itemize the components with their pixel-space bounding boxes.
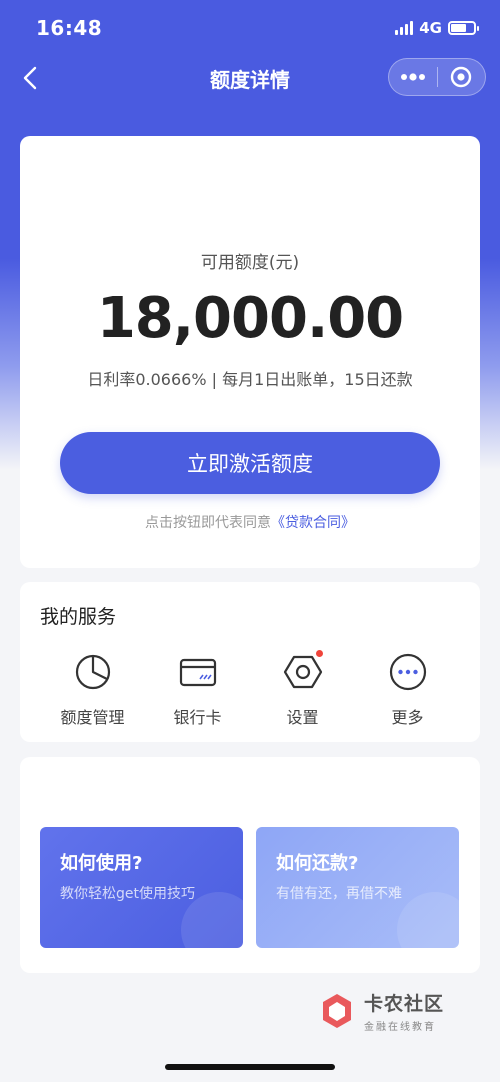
available-quota-amount: 18,000.00 [96, 286, 404, 351]
service-more[interactable]: 更多 [355, 652, 460, 728]
service-label: 额度管理 [60, 708, 125, 727]
guide-subtitle: 教你轻松get使用技巧 [60, 886, 195, 902]
more-dots-icon [400, 73, 425, 81]
loan-contract-link[interactable]: 《贷款合同》 [271, 515, 355, 531]
service-label: 银行卡 [173, 708, 222, 727]
watermark-logo-icon [323, 994, 351, 1028]
mini-program-capsule [388, 58, 486, 96]
service-quota-management[interactable]: 额度管理 [40, 652, 145, 728]
more-circle-icon [388, 652, 428, 692]
notification-dot [315, 650, 323, 657]
status-time: 16:48 [36, 16, 103, 40]
guide-subtitle: 有借有还，再借不难 [276, 886, 402, 902]
capsule-close-button[interactable] [438, 59, 486, 95]
quota-card: 可用额度(元) 18,000.00 日利率0.0666% | 每月1日出账单，1… [20, 136, 480, 568]
capsule-more-button[interactable] [389, 59, 437, 95]
guide-how-to-repay[interactable]: 如何还款? 有借有还，再借不难 [256, 827, 459, 948]
guides-card: 如何使用? 教你轻松get使用技巧 如何还款? 有借有还，再借不难 [20, 757, 480, 973]
navigation-bar: 额度详情 [0, 56, 500, 100]
service-bank-card[interactable]: 银行卡 [145, 652, 250, 728]
guide-title: 如何还款? [276, 853, 359, 874]
battery-icon [448, 21, 479, 35]
service-settings[interactable]: 设置 [250, 650, 355, 728]
watermark: 卡农社区 金融在线教育 [318, 990, 488, 1033]
service-label: 更多 [391, 708, 424, 727]
card-icon [397, 892, 459, 948]
quota-terms: 日利率0.0666% | 每月1日出账单，15日还款 [87, 370, 413, 389]
status-indicators: 4G [395, 18, 479, 38]
watermark-subtitle: 金融在线教育 [364, 1022, 436, 1033]
guide-title: 如何使用? [60, 853, 143, 874]
signal-icon [395, 21, 414, 35]
bank-card-icon [178, 652, 218, 692]
activate-quota-button[interactable]: 立即激活额度 [60, 432, 440, 494]
services-card: 我的服务 额度管理 银行卡 设置 更多 [20, 582, 480, 742]
home-indicator [165, 1064, 335, 1070]
services-title: 我的服务 [40, 606, 117, 628]
agreement-note: 点击按钮即代表同意《贷款合同》 [20, 512, 480, 532]
guide-how-to-use[interactable]: 如何使用? 教你轻松get使用技巧 [40, 827, 243, 948]
available-quota-label: 可用额度(元) [200, 253, 300, 273]
service-label: 设置 [286, 708, 319, 727]
pie-chart-icon [73, 652, 113, 692]
watermark-title: 卡农社区 [364, 993, 445, 1015]
status-bar: 16:48 4G [0, 0, 500, 56]
services-grid: 额度管理 银行卡 设置 更多 [20, 650, 480, 728]
agreement-text: 点击按钮即代表同意 [145, 515, 271, 531]
target-circle-icon [451, 66, 472, 88]
network-type: 4G [419, 19, 442, 37]
settings-hexagon-icon [283, 650, 323, 692]
